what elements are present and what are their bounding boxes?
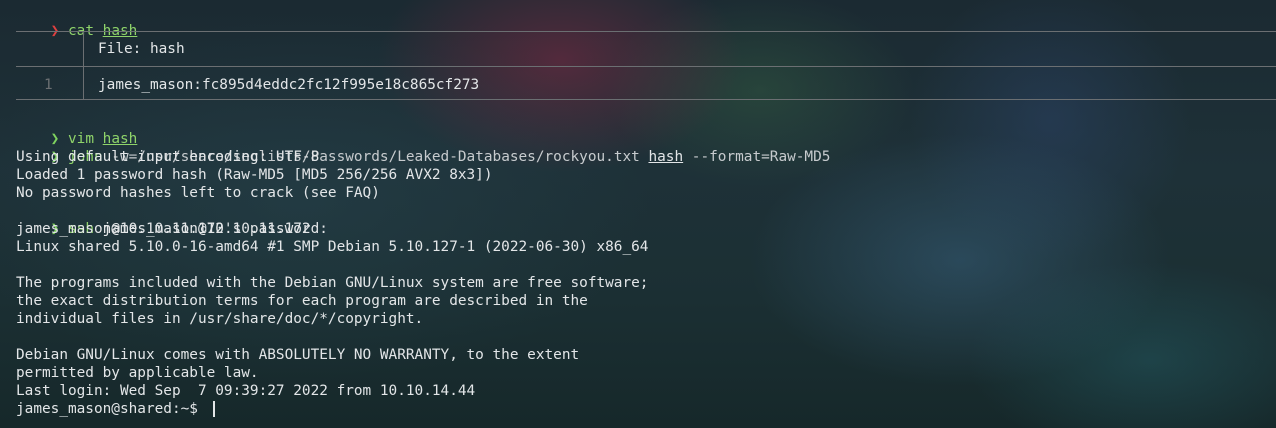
output-line: the exact distribution terms for each pr… <box>16 293 588 309</box>
output-line: Loaded 1 password hash (Raw-MD5 [MD5 256… <box>16 167 493 183</box>
bat-top-rule <box>16 31 1276 32</box>
output-line: No password hashes left to crack (see FA… <box>16 185 380 201</box>
output-line: permitted by applicable law. <box>16 365 259 381</box>
bat-file-content: james_mason:fc895d4eddc2fc12f995e18c865c… <box>98 77 480 93</box>
bat-header-rule <box>16 66 1276 67</box>
output-line: Debian GNU/Linux comes with ABSOLUTELY N… <box>16 347 580 363</box>
terminal-window[interactable]: ❯ cat hash File: hash 1 james_mason:fc89… <box>0 0 1276 428</box>
output-line: The programs included with the Debian GN… <box>16 275 649 291</box>
output-line: individual files in /usr/share/doc/*/cop… <box>16 311 424 327</box>
text-cursor <box>213 401 215 417</box>
bat-bottom-rule <box>16 99 1276 100</box>
command-arg: hash <box>648 149 684 165</box>
command-line-vim: ❯ vim hash <box>16 112 138 147</box>
command-line-ssh: ❯ ssh james_mason@10.10.11.172 <box>16 202 311 237</box>
command-line-cat: ❯ cat hash <box>16 4 138 39</box>
output-line: james_mason@10.10.11.172's password: <box>16 221 328 237</box>
shell-prompt[interactable]: james_mason@shared:~$ <box>16 400 207 418</box>
command-flag-format: --format=Raw-MD5 <box>683 149 831 165</box>
output-line: Linux shared 5.10.0-16-amd64 #1 SMP Debi… <box>16 239 649 255</box>
output-line: Last login: Wed Sep 7 09:39:27 2022 from… <box>16 383 476 399</box>
bat-file-header: File: hash <box>98 41 185 57</box>
command-line-john: ❯ john -w=/usr/share/seclists/Passwords/… <box>16 130 831 165</box>
output-line: Using default input encoding: UTF-8 <box>16 149 320 165</box>
bat-gutter-divider <box>83 31 84 99</box>
bat-line-number: 1 <box>44 77 53 93</box>
